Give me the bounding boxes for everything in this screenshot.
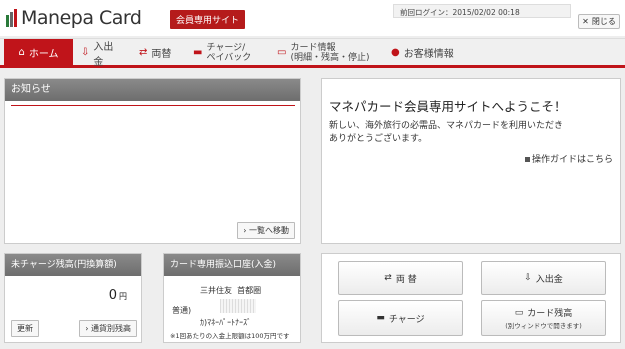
nav-item-label: ホーム [28,49,59,60]
close-label: 閉じる [591,17,616,26]
logo-text: Manepa Card [21,7,142,29]
nav-label-line1: チャージ/ [206,42,246,53]
nav-label-line2: (明細・残高・停止) [290,52,370,63]
bank-name: 三井住友 [200,286,232,295]
guide-link[interactable]: 操作ガイドはこちら [524,152,613,165]
charge-label: チャージ [388,314,425,325]
notice-list [11,105,295,235]
charge-button[interactable]: ▬ チャージ [338,300,463,336]
exchange-icon: ⇄ [139,47,148,58]
chevron-right-icon: › [85,324,89,333]
nav-item-charge[interactable]: ▬ チャージ/ ペイバック [185,39,269,66]
account-bank: 三井住友 首都圏 [200,285,261,296]
card-icon: ▬ [193,47,203,58]
welcome-title: マネパカード会員専用サイトへようこそ！ [329,99,567,114]
member-site-badge: 会員専用サイト [170,10,246,29]
welcome-text-line1: 新しい、海外旅行の必需品、マネパカードを利用いただき [329,121,564,131]
card-balance-label: カード残高 [527,309,573,319]
exchange-icon: ⇄ [384,273,392,283]
quick-actions-panel: ⇄ 両 替 ⇩ 入出金 ▬ チャージ ▭ カード残高 (別ウィンドウで開きます) [321,253,621,343]
nav-item-label: 入出金 [93,41,114,68]
transfer-account-panel: カード専用振込口座(入金) 三井住友 首都圏 普通) ｶ)ﾏﾈｰﾊﾟｰﾄﾅｰｽﾞ… [163,253,301,343]
last-login-info: 前回ログイン：2015/02/02 00:18 [393,4,571,18]
close-button[interactable]: ✕ 閉じる [578,14,620,29]
card-info-icon: ▭ [514,307,524,318]
nav-item-label: チャージ/ ペイバック [206,43,251,63]
notice-more-label: 一覧へ移動 [249,226,289,235]
masked-account-number [219,299,256,313]
deposit-label: 入出金 [535,274,563,285]
deposit-button[interactable]: ⇩ 入出金 [481,261,606,295]
guide-label: 操作ガイドはこちら [531,155,613,165]
deposit-limit-note: ※1回あたりの入金上限額は100万円です [170,332,290,340]
card-balance-button[interactable]: ▭ カード残高 (別ウィンドウで開きます) [481,300,606,336]
card-icon: ▬ [376,313,385,323]
nav-label-line1: カード情報 [290,42,336,53]
welcome-panel: マネパカード会員専用サイトへようこそ！ 新しい、海外旅行の必需品、マネパカードを… [321,78,621,244]
nav-item-deposit[interactable]: ⇩ 入出金 [73,39,131,68]
welcome-text: 新しい、海外旅行の必需品、マネパカードを利用いただき ありがとうございます。 [329,120,609,146]
account-number: 普通) [172,299,256,316]
branch-name: 首都圏 [237,286,262,295]
nav-item-card-info[interactable]: ▭ カード情報 (明細・残高・停止) [269,39,383,66]
nav-item-label: お客様情報 [403,49,454,60]
transfer-account-title: カード専用振込口座(入金) [164,254,300,276]
uncharged-balance-title: 未チャージ残高(円換算額) [5,254,141,276]
deposit-icon: ⇩ [81,47,90,58]
exchange-button[interactable]: ⇄ 両 替 [338,261,463,295]
close-icon: ✕ [582,17,589,26]
welcome-text-line2: ありがとうございます。 [329,134,428,144]
main-nav: ⌂ ホーム ⇩ 入出金 ⇄ 両替 ▬ チャージ/ ペイバック ▭ カード情報 (… [0,38,625,68]
card-info-icon: ▭ [277,47,287,58]
account-type: 普通) [172,306,192,315]
refresh-button[interactable]: 更新 [11,320,39,337]
bullet-square-icon [524,157,530,162]
nav-item-label: 両替 [151,49,172,60]
deposit-icon: ⇩ [524,273,532,283]
balance-amount: 0円 [109,288,127,303]
header: Manepa Card 会員専用サイト 前回ログイン：2015/02/02 00… [0,0,625,36]
notice-more-button[interactable]: › 一覧へ移動 [237,222,295,239]
card-balance-sub: (別ウィンドウで開きます) [505,322,582,330]
home-icon: ⌂ [18,47,25,58]
last-login-label: 前回ログイン： [400,8,453,17]
nav-item-label: カード情報 (明細・残高・停止) [290,43,369,63]
notice-panel: お知らせ › 一覧へ移動 [4,78,301,244]
balance-unit: 円 [119,292,127,301]
account-holder: ｶ)ﾏﾈｰﾊﾟｰﾄﾅｰｽﾞ [200,318,252,327]
last-login-value: 2015/02/02 00:18 [452,8,520,17]
notice-title: お知らせ [5,79,300,101]
nav-item-home[interactable]: ⌂ ホーム [4,39,73,66]
exchange-label: 両 替 [395,274,417,285]
uncharged-balance-panel: 未チャージ残高(円換算額) 0円 更新 › 通貨別残高 [4,253,142,343]
per-currency-balance-button[interactable]: › 通貨別残高 [79,320,137,337]
logo-mark-icon [6,9,18,27]
nav-item-exchange[interactable]: ⇄ 両替 [131,39,185,66]
nav-item-customer[interactable]: ● お客様情報 [383,39,463,66]
logo[interactable]: Manepa Card [6,7,142,29]
chevron-right-icon: › [243,226,247,235]
person-icon: ● [391,47,400,58]
nav-label-line2: ペイバック [206,52,252,63]
per-currency-label: 通貨別残高 [91,324,131,333]
balance-value: 0 [108,288,117,303]
